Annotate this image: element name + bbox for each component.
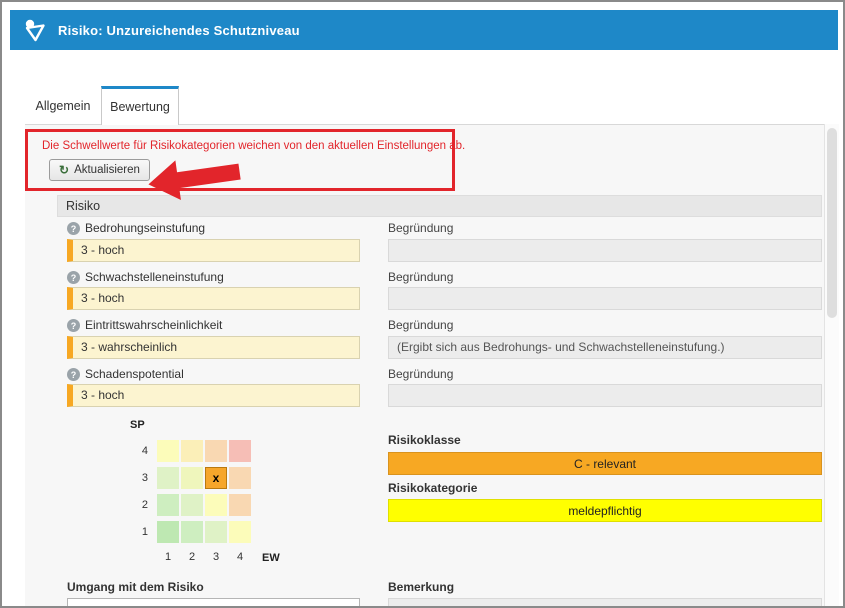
threshold-warning-text: Die Schwellwerte für Risikokategorien we… — [42, 140, 465, 152]
matrix-cell[interactable] — [229, 440, 251, 462]
refresh-icon: ↻ — [59, 163, 69, 177]
scrollbar-thumb[interactable] — [827, 128, 837, 318]
matrix-cell[interactable] — [229, 521, 251, 543]
window-title: Risiko: Unzureichendes Schutzniveau — [58, 23, 300, 38]
matrix-x-axis-label: EW — [262, 552, 280, 564]
tab-bewertung[interactable]: Bewertung — [101, 86, 179, 125]
matrix-cell[interactable] — [181, 494, 203, 516]
aktualisieren-button[interactable]: ↻ Aktualisieren — [49, 159, 150, 181]
remark-label: Bemerkung — [388, 581, 454, 594]
matrix-cell[interactable] — [181, 521, 203, 543]
help-icon[interactable]: ? — [67, 222, 80, 235]
matrix-col-label: 3 — [205, 551, 227, 563]
field-value-schadenspotential[interactable]: 3 - hoch — [67, 384, 360, 407]
matrix-row-label: 3 — [128, 467, 148, 489]
help-icon[interactable]: ? — [67, 271, 80, 284]
matrix-cell[interactable] — [229, 467, 251, 489]
matrix-cell[interactable] — [157, 440, 179, 462]
matrix-col-label: 1 — [157, 551, 179, 563]
tab-content-panel: Die Schwellwerte für Risikokategorien we… — [25, 124, 824, 606]
matrix-row-label: 2 — [128, 494, 148, 516]
matrix-cell[interactable] — [229, 494, 251, 516]
section-header-risiko: Risiko — [57, 195, 822, 217]
matrix-cell[interactable] — [181, 440, 203, 462]
matrix-col-label: 4 — [229, 551, 251, 563]
field-label-eintrittswahrscheinlichkeit: Eintrittswahrscheinlichkeit — [85, 319, 222, 332]
reason-input-2[interactable] — [388, 287, 822, 310]
risk-category-label: Risikokategorie — [388, 482, 477, 495]
matrix-y-axis-label: SP — [130, 419, 145, 431]
reason-input-1[interactable] — [388, 239, 822, 262]
field-label-schwachstelleneinstufung: Schwachstelleneinstufung — [85, 271, 224, 284]
risk-treatment-select[interactable] — [67, 598, 360, 608]
field-value-bedrohungseinstufung[interactable]: 3 - hoch — [67, 239, 360, 262]
matrix-cell[interactable] — [205, 521, 227, 543]
reason-label-4: Begründung — [388, 368, 453, 381]
matrix-row-label: 1 — [128, 521, 148, 543]
field-value-schwachstelleneinstufung[interactable]: 3 - hoch — [67, 287, 360, 310]
matrix-cell[interactable] — [157, 494, 179, 516]
window-titlebar: Risiko: Unzureichendes Schutzniveau — [10, 10, 838, 50]
matrix-col-label: 2 — [181, 551, 203, 563]
matrix-cell[interactable] — [157, 467, 179, 489]
risk-category-bar: meldepflichtig — [388, 499, 822, 522]
risk-class-bar: C - relevant — [388, 452, 822, 475]
matrix-row-label: 4 — [128, 440, 148, 462]
risk-class-label: Risikoklasse — [388, 434, 461, 447]
matrix-cell[interactable] — [205, 494, 227, 516]
app-logo-icon — [22, 17, 48, 43]
help-icon[interactable]: ? — [67, 319, 80, 332]
matrix-cell[interactable] — [157, 521, 179, 543]
matrix-cell[interactable] — [205, 440, 227, 462]
risk-matrix-grid: x — [157, 440, 251, 543]
matrix-cell[interactable] — [181, 467, 203, 489]
help-icon[interactable]: ? — [67, 368, 80, 381]
reason-label-1: Begründung — [388, 222, 453, 235]
reason-input-4[interactable] — [388, 384, 822, 407]
risk-treatment-label: Umgang mit dem Risiko — [67, 581, 204, 594]
vertical-scrollbar[interactable] — [824, 124, 839, 606]
remark-input[interactable] — [388, 598, 822, 608]
field-label-schadenspotential: Schadenspotential — [85, 368, 184, 381]
matrix-cell-selected[interactable]: x — [205, 467, 227, 489]
reason-label-2: Begründung — [388, 271, 453, 284]
reason-input-3[interactable]: (Ergibt sich aus Bedrohungs- und Schwach… — [388, 336, 822, 359]
aktualisieren-button-label: Aktualisieren — [74, 164, 140, 176]
reason-label-3: Begründung — [388, 319, 453, 332]
tab-allgemein[interactable]: Allgemein — [27, 88, 99, 124]
field-value-eintrittswahrscheinlichkeit[interactable]: 3 - wahrscheinlich — [67, 336, 360, 359]
app-window: Risiko: Unzureichendes Schutzniveau Allg… — [0, 0, 845, 608]
field-label-bedrohungseinstufung: Bedrohungseinstufung — [85, 222, 205, 235]
